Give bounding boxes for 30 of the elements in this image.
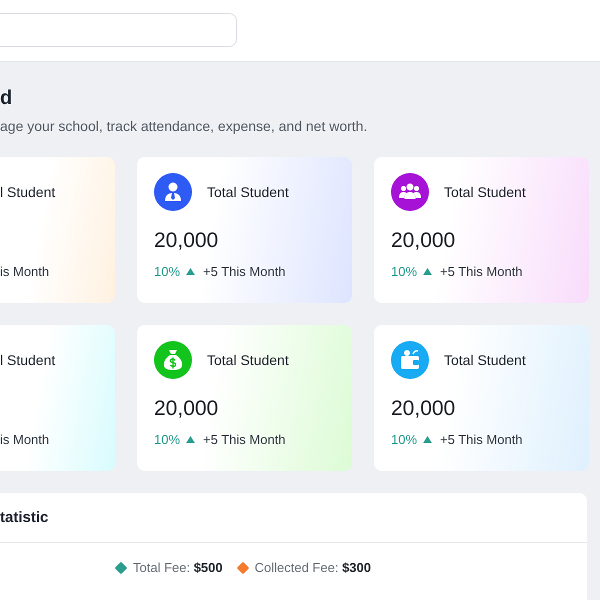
card-title: l Student (0, 352, 56, 368)
search-field[interactable] (0, 13, 237, 47)
up-triangle-icon (186, 436, 196, 443)
period-text: is Month (0, 432, 50, 447)
period-text: +5 This Month (440, 264, 523, 279)
period-text: +5 This Month (440, 432, 523, 447)
card-title: Total Student (207, 184, 289, 200)
card-value: 20,000 (391, 396, 456, 422)
card-value: 20,000 (154, 396, 220, 422)
card-title: Total Student (444, 184, 526, 200)
card-title: Total Student (207, 352, 289, 368)
period-text: +5 This Month (203, 264, 286, 279)
card-value: 20,000 (154, 228, 220, 254)
card-title: Total Student (444, 352, 526, 368)
up-triangle-icon (423, 436, 432, 443)
up-triangle-icon (423, 268, 432, 275)
page-title: d (0, 86, 14, 110)
up-triangle-icon (186, 268, 196, 275)
change-percent: 10% (154, 432, 180, 447)
change-percent: 10% (154, 264, 180, 279)
card-title: l Student (0, 184, 56, 200)
change-percent: 10% (391, 264, 418, 279)
panel-title: tatistic (0, 509, 48, 526)
legend-label: Collected Fee: $300 (254, 560, 371, 575)
period-text: is Month (0, 264, 50, 279)
page-subtitle: age your school, track attendance, expense, and net worth. (0, 117, 368, 135)
legend-label: Total Fee: $500 (133, 560, 223, 575)
card-value: 20,000 (391, 228, 456, 254)
period-text: +5 This Month (203, 432, 286, 447)
change-percent: 10% (391, 432, 418, 447)
